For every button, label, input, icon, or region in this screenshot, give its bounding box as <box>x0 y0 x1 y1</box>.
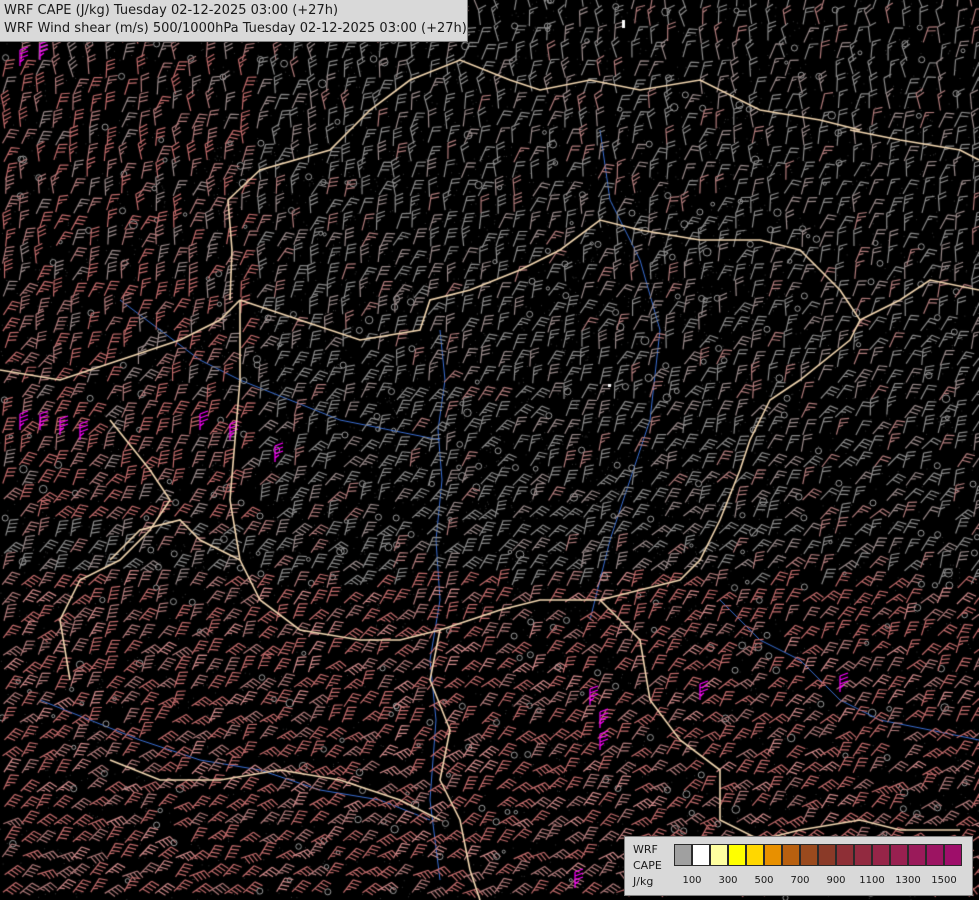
legend-swatch <box>800 844 818 866</box>
map-title-box: WRF CAPE (J/kg) Tuesday 02-12-2025 03:00… <box>0 0 468 42</box>
legend-tick-label: 900 <box>826 875 846 886</box>
title-wind-shear: WRF Wind shear (m/s) 500/1000hPa Tuesday… <box>4 21 467 36</box>
legend-swatch <box>854 844 872 866</box>
legend-label-model: WRF <box>633 843 658 856</box>
legend-tick-label: 700 <box>790 875 810 886</box>
map-canvas[interactable] <box>0 0 979 900</box>
legend-swatches <box>674 844 962 866</box>
legend-tick-label: 1100 <box>859 875 885 886</box>
legend-swatch <box>692 844 710 866</box>
legend-swatch <box>764 844 782 866</box>
legend-swatch <box>872 844 890 866</box>
title-cape: WRF CAPE (J/kg) Tuesday 02-12-2025 03:00… <box>4 3 339 18</box>
legend-swatch <box>746 844 764 866</box>
legend-swatch <box>728 844 746 866</box>
legend-tick-label: 1500 <box>931 875 957 886</box>
legend-swatch <box>782 844 800 866</box>
legend-tick-label: 500 <box>754 875 774 886</box>
cape-legend: WRF CAPE J/kg 100 300 500 700 900 1100 1300 150… <box>624 836 973 896</box>
legend-swatch <box>908 844 926 866</box>
legend-label-variable: CAPE <box>633 859 662 872</box>
legend-tick-label: 1300 <box>895 875 921 886</box>
legend-swatch <box>944 844 962 866</box>
legend-tick-label: 100 <box>682 875 702 886</box>
legend-swatch <box>674 844 692 866</box>
legend-swatch <box>926 844 944 866</box>
legend-tick-label: 300 <box>718 875 738 886</box>
legend-label-unit: J/kg <box>633 875 654 888</box>
legend-swatch <box>710 844 728 866</box>
legend-swatch <box>836 844 854 866</box>
legend-swatch <box>890 844 908 866</box>
legend-swatch <box>818 844 836 866</box>
